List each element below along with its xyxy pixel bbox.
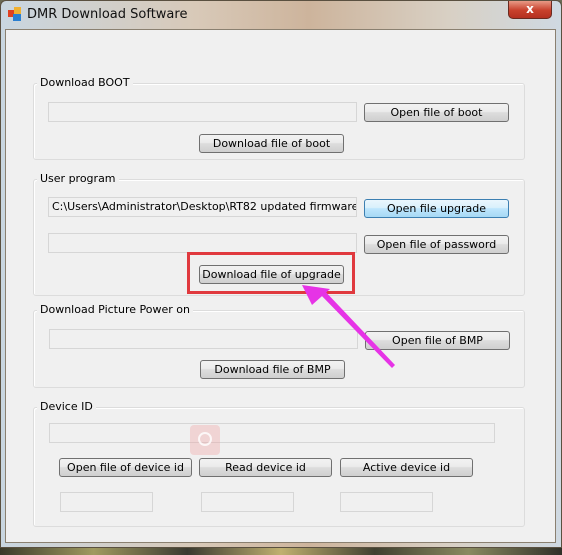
search-watermark-icon	[190, 425, 220, 455]
password-path-field[interactable]	[48, 233, 357, 253]
download-file-of-bmp-button[interactable]: Download file of BMP	[200, 360, 345, 379]
desktop-background-strip	[0, 548, 562, 555]
bmp-path-field[interactable]	[49, 329, 358, 349]
open-file-of-bmp-button[interactable]: Open file of BMP	[365, 331, 510, 350]
device-status-field-2	[201, 492, 294, 512]
upgrade-path-field[interactable]: C:\Users\Administrator\Desktop\RT82 upda…	[48, 197, 357, 217]
close-button[interactable]: x	[508, 1, 552, 19]
open-file-of-device-id-button[interactable]: Open file of device id	[59, 458, 192, 477]
device-id-field[interactable]	[49, 423, 495, 443]
open-file-of-password-button[interactable]: Open file of password	[364, 235, 509, 254]
open-file-of-boot-button[interactable]: Open file of boot	[364, 103, 509, 122]
close-icon: x	[526, 2, 534, 16]
group-label-picture: Download Picture Power on	[37, 303, 193, 316]
download-file-of-boot-button[interactable]: Download file of boot	[199, 134, 344, 153]
app-icon	[8, 7, 22, 21]
title-bar[interactable]: DMR Download Software x	[1, 1, 561, 29]
boot-path-field[interactable]	[48, 102, 357, 122]
group-label-boot: Download BOOT	[37, 76, 133, 89]
group-label-user-program: User program	[37, 172, 119, 185]
active-device-id-button[interactable]: Active device id	[340, 458, 473, 477]
device-status-field-3	[340, 492, 433, 512]
annotation-highlight-box	[187, 252, 355, 294]
open-file-upgrade-button[interactable]: Open file upgrade	[364, 199, 509, 218]
device-status-field-1	[60, 492, 153, 512]
read-device-id-button[interactable]: Read device id	[199, 458, 332, 477]
group-label-device-id: Device ID	[37, 400, 96, 413]
window-title: DMR Download Software	[27, 7, 188, 22]
